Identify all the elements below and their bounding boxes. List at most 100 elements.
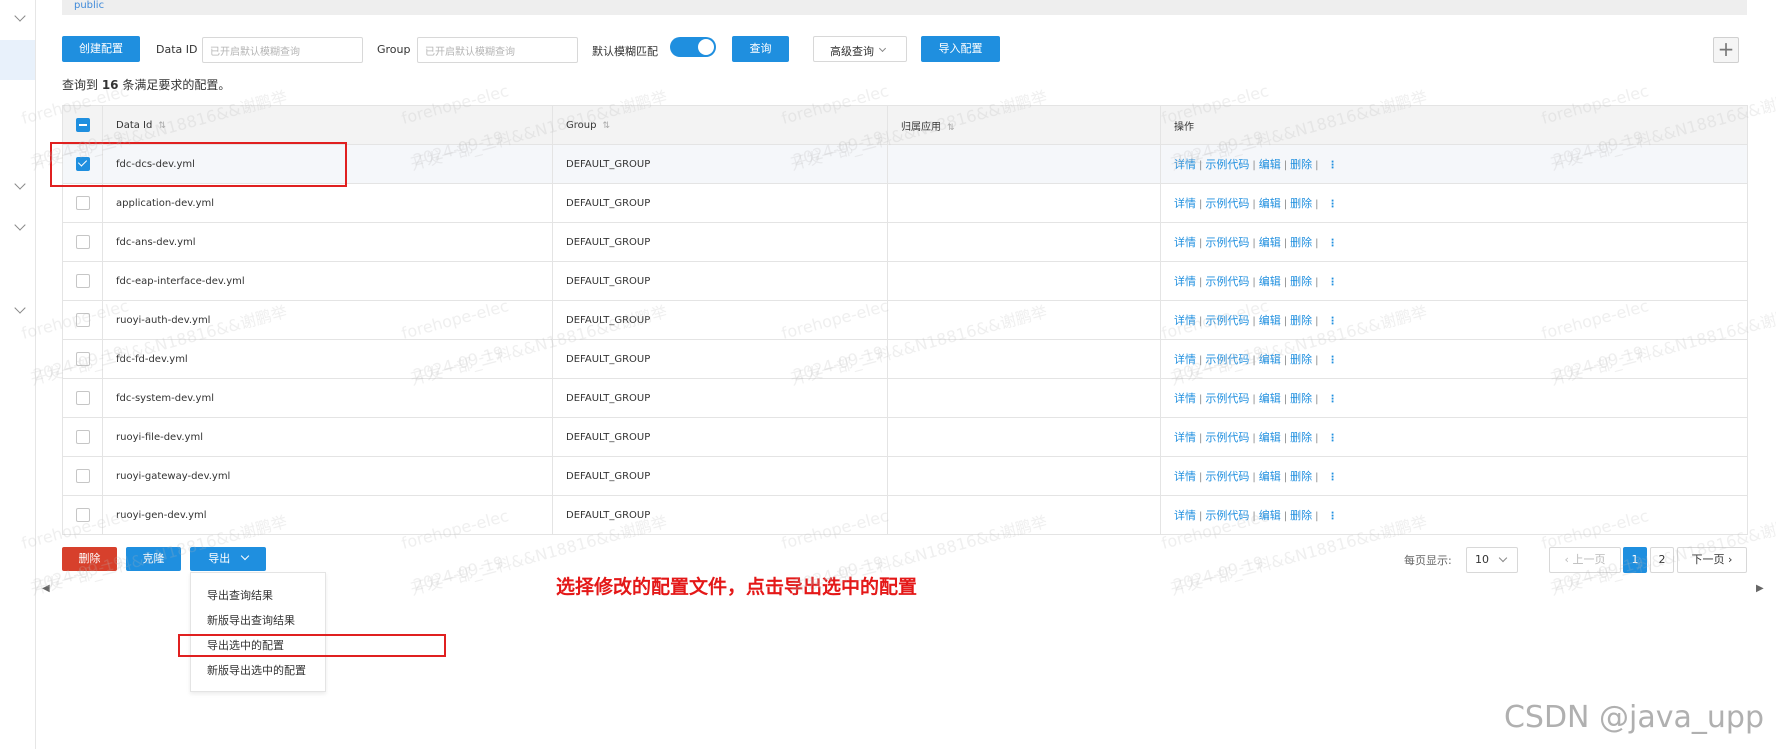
cell-group: DEFAULT_GROUP [552, 417, 888, 457]
data-id-label: Data ID [156, 43, 198, 56]
chevron-down-icon[interactable] [14, 302, 26, 314]
group-input[interactable]: 已开启默认模糊查询 [417, 37, 578, 63]
page-size-label: 每页显示: [1404, 554, 1452, 567]
more-icon[interactable]: ⋮ [1328, 238, 1338, 249]
table-row[interactable]: ruoyi-gateway-dev.yml DEFAULT_GROUP 详情 | 示例代… [62, 456, 1748, 496]
sample-code-link[interactable]: 示例代码 [1205, 275, 1249, 288]
sample-code-link[interactable]: 示例代码 [1205, 197, 1249, 210]
edit-link[interactable]: 编辑 [1259, 197, 1281, 210]
table-row[interactable]: ruoyi-gen-dev.yml DEFAULT_GROUP 详情 | 示例代码 | 编辑… [62, 495, 1748, 535]
more-icon[interactable]: ⋮ [1328, 511, 1338, 522]
page-size-select[interactable]: 10 [1466, 547, 1518, 573]
edit-link[interactable]: 编辑 [1259, 158, 1281, 171]
row-checkbox-cell[interactable] [62, 261, 103, 301]
cell-app [887, 417, 1161, 457]
detail-link[interactable]: 详情 [1174, 197, 1196, 210]
detail-link[interactable]: 详情 [1174, 509, 1196, 522]
row-checkbox[interactable] [75, 235, 90, 249]
watermark-text: 2024-09-19 [411, 552, 506, 595]
cell-data-id: fdc-ans-dev.yml [102, 222, 553, 262]
cell-group: DEFAULT_GROUP [552, 378, 888, 418]
edit-link[interactable]: 编辑 [1259, 470, 1281, 483]
detail-link[interactable]: 详情 [1174, 275, 1196, 288]
more-icon[interactable]: ⋮ [1328, 160, 1338, 171]
export-menu-item-new-selected[interactable]: 新版导出选中的配置 [207, 662, 306, 678]
detail-link[interactable]: 详情 [1174, 470, 1196, 483]
edit-link[interactable]: 编辑 [1259, 236, 1281, 249]
export-menu-item-query-results[interactable]: 导出查询结果 [207, 587, 273, 603]
fuzzy-match-label: 默认模糊匹配 [592, 45, 658, 58]
detail-link[interactable]: 详情 [1174, 392, 1196, 405]
more-icon[interactable]: ⋮ [1328, 394, 1338, 405]
row-checkbox[interactable] [75, 391, 90, 405]
more-icon[interactable]: ⋮ [1328, 199, 1338, 210]
sample-code-link[interactable]: 示例代码 [1205, 236, 1249, 249]
delete-link[interactable]: 删除 [1290, 158, 1312, 171]
row-checkbox-cell[interactable] [62, 222, 103, 262]
table-row[interactable]: fdc-ans-dev.yml DEFAULT_GROUP 详情 | 示例代码 | 编辑 | 删… [62, 222, 1748, 262]
row-checkbox[interactable] [75, 196, 90, 210]
delete-link[interactable]: 删除 [1290, 431, 1312, 444]
chevron-down-icon[interactable] [14, 178, 26, 190]
detail-link[interactable]: 详情 [1174, 431, 1196, 444]
data-id-input[interactable]: 已开启默认模糊查询 [202, 37, 363, 63]
cell-ops: 详情 | 示例代码 | 编辑 | 删除 | ⋮ [1160, 378, 1748, 418]
cell-data-id: fdc-system-dev.yml [102, 378, 553, 418]
delete-link[interactable]: 删除 [1290, 197, 1312, 210]
table-row[interactable]: application-dev.yml DEFAULT_GROUP 详情 | 示例代码 |… [62, 183, 1748, 223]
row-checkbox-cell[interactable] [62, 417, 103, 457]
row-checkbox-cell[interactable] [62, 456, 103, 496]
sidebar-active-item[interactable] [0, 40, 35, 80]
row-checkbox-cell[interactable] [62, 378, 103, 418]
table-row[interactable]: ruoyi-file-dev.yml DEFAULT_GROUP 详情 | 示例代码 | 编… [62, 417, 1748, 457]
cell-group: DEFAULT_GROUP [552, 261, 888, 301]
delete-link[interactable]: 删除 [1290, 509, 1312, 522]
more-icon[interactable]: ⋮ [1328, 433, 1338, 444]
highlight-box-export-selected [178, 634, 446, 657]
sample-code-link[interactable]: 示例代码 [1205, 392, 1249, 405]
chevron-down-icon[interactable] [14, 219, 26, 231]
export-menu-item-new-query-results[interactable]: 新版导出查询结果 [207, 612, 295, 628]
more-icon[interactable]: ⋮ [1328, 472, 1338, 483]
more-icon[interactable]: ⋮ [1328, 277, 1338, 288]
advanced-query-dropdown[interactable]: 高级查询 [813, 36, 907, 62]
cell-group: DEFAULT_GROUP [552, 456, 888, 496]
edit-link[interactable]: 编辑 [1259, 392, 1281, 405]
scroll-right-icon[interactable]: ▶ [1756, 583, 1764, 594]
group-label: Group [377, 43, 411, 56]
edit-link[interactable]: 编辑 [1259, 431, 1281, 444]
table-row[interactable]: fdc-eap-interface-dev.yml DEFAULT_GROUP 详情… [62, 261, 1748, 301]
delete-link[interactable]: 删除 [1290, 470, 1312, 483]
fuzzy-match-toggle[interactable] [670, 37, 716, 57]
cell-app [887, 183, 1161, 223]
table-row[interactable]: ruoyi-auth-dev.yml DEFAULT_GROUP 详情 | 示例代码 | 编… [62, 300, 1748, 340]
table-row[interactable]: fdc-system-dev.yml DEFAULT_GROUP 详情 | 示例代码 | 编… [62, 378, 1748, 418]
cell-data-id: ruoyi-file-dev.yml [102, 417, 553, 457]
cell-app [887, 222, 1161, 262]
cell-app [887, 456, 1161, 496]
delete-link[interactable]: 删除 [1290, 236, 1312, 249]
chevron-down-icon[interactable] [14, 10, 26, 22]
chevron-down-icon [240, 551, 249, 561]
cell-group: DEFAULT_GROUP [552, 222, 888, 262]
sample-code-link[interactable]: 示例代码 [1205, 431, 1249, 444]
row-checkbox[interactable] [75, 430, 90, 444]
plus-icon[interactable]: + [1713, 37, 1739, 63]
select-all-checkbox[interactable] [75, 118, 90, 132]
detail-link[interactable]: 详情 [1174, 236, 1196, 249]
more-icon[interactable]: ⋮ [1328, 355, 1338, 366]
delete-link[interactable]: 删除 [1290, 275, 1312, 288]
sample-code-link[interactable]: 示例代码 [1205, 470, 1249, 483]
import-config-button[interactable]: 导入配置 [921, 36, 1000, 62]
row-checkbox-cell[interactable] [62, 183, 103, 223]
namespace-public[interactable]: public [74, 0, 104, 11]
row-checkbox[interactable] [75, 469, 90, 483]
row-checkbox[interactable] [75, 274, 90, 288]
delete-link[interactable]: 删除 [1290, 392, 1312, 405]
query-button[interactable]: 查询 [732, 36, 789, 62]
create-config-button[interactable]: 创建配置 [62, 36, 140, 62]
delete-link[interactable]: 删除 [1290, 314, 1312, 327]
watermark-text: 2024-09-19 [1171, 552, 1266, 595]
edit-link[interactable]: 编辑 [1259, 275, 1281, 288]
chevron-down-icon [878, 44, 887, 53]
